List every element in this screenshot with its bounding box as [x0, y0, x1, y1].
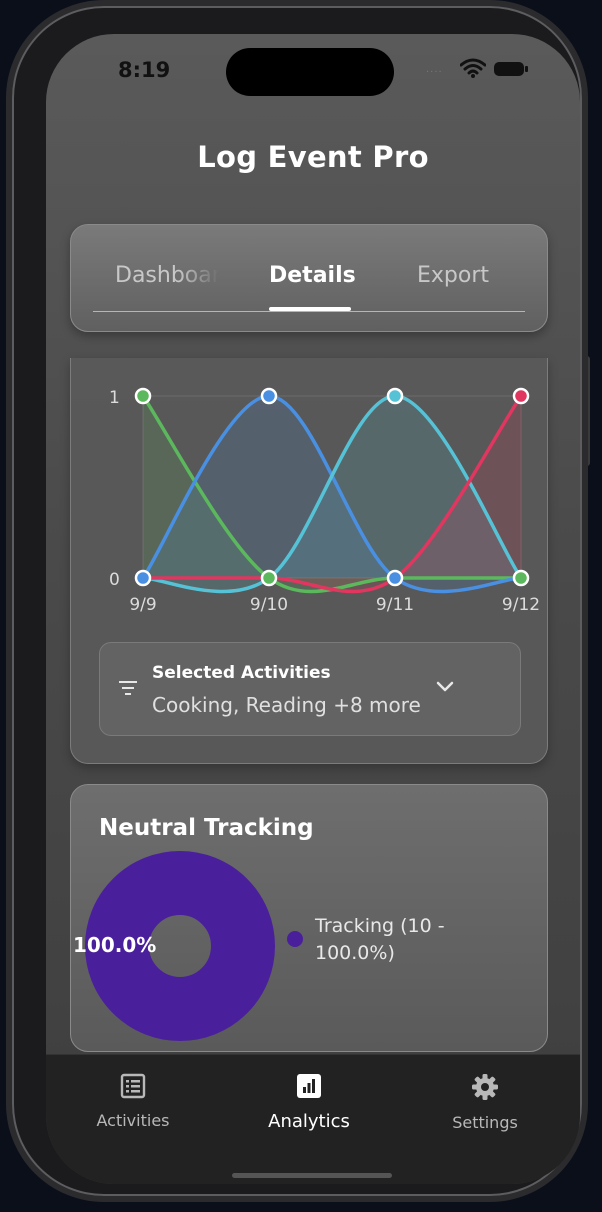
y-tick-label: 0	[109, 570, 120, 590]
filter-icon	[118, 681, 138, 697]
data-point	[134, 569, 152, 587]
x-tick-label: 9/9	[129, 595, 156, 615]
tab-divider	[93, 311, 525, 312]
y-tick-label: 1	[109, 388, 120, 408]
line-chart-card: 0 1 9/9 9/10 9/11 9/12 Selected Activities Co…	[70, 358, 548, 764]
nav-settings[interactable]: Settings	[420, 1073, 550, 1132]
x-tick-label: 9/12	[502, 595, 540, 615]
tab-dashboard[interactable]: Dashboard	[115, 263, 219, 288]
status-time: 8:19	[118, 58, 171, 82]
nav-activities[interactable]: Activities	[68, 1073, 198, 1130]
nav-analytics-label: Analytics	[268, 1111, 350, 1132]
tab-bar: Dashboard Details Export	[70, 224, 548, 332]
data-point	[512, 387, 530, 405]
screen: 8:19 .... Log Event Pro Dashboard Detail…	[46, 34, 580, 1184]
legend-color-dot	[287, 931, 303, 947]
pie-chart-card: Neutral Tracking 100.0% Tracking (10 - 1…	[70, 784, 548, 1052]
nav-analytics[interactable]: Analytics	[244, 1073, 374, 1132]
nav-settings-label: Settings	[452, 1113, 518, 1132]
data-point	[134, 387, 152, 405]
dynamic-island	[226, 48, 394, 96]
x-tick-label: 9/11	[376, 595, 414, 615]
chevron-down-icon	[436, 681, 454, 692]
battery-icon	[494, 62, 528, 76]
gear-icon	[472, 1074, 498, 1100]
data-point	[386, 387, 404, 405]
wifi-icon	[460, 58, 486, 78]
activity-filter-dropdown[interactable]: Selected Activities Cooking, Reading +8 …	[99, 642, 521, 736]
tab-export[interactable]: Export	[417, 263, 489, 288]
list-icon	[120, 1073, 146, 1099]
legend-label: Tracking (10 - 100.0%)	[315, 915, 445, 964]
nav-activities-label: Activities	[96, 1111, 170, 1130]
line-chart: 0 1 9/9 9/10 9/11 9/12	[109, 387, 540, 615]
data-point	[386, 569, 404, 587]
x-tick-label: 9/10	[250, 595, 288, 615]
tab-details[interactable]: Details	[269, 263, 356, 288]
bottom-nav: Activities Analytics Settings	[46, 1054, 580, 1184]
filter-label: Selected Activities	[152, 663, 331, 683]
status-bar: 8:19 ....	[46, 34, 580, 114]
filter-value: Cooking, Reading +8 more	[152, 693, 421, 717]
signal-icon: ....	[426, 64, 443, 75]
tab-active-indicator	[269, 307, 351, 311]
power-button	[582, 356, 590, 466]
analytics-icon	[297, 1074, 321, 1098]
data-point	[260, 569, 278, 587]
data-point	[512, 569, 530, 587]
pie-percent-label: 100.0%	[73, 933, 157, 957]
phone-frame: 8:19 .... Log Event Pro Dashboard Detail…	[12, 6, 582, 1196]
data-point	[260, 387, 278, 405]
app-title: Log Event Pro	[197, 140, 429, 174]
pie-title: Neutral Tracking	[99, 815, 314, 841]
home-indicator	[232, 1173, 392, 1178]
